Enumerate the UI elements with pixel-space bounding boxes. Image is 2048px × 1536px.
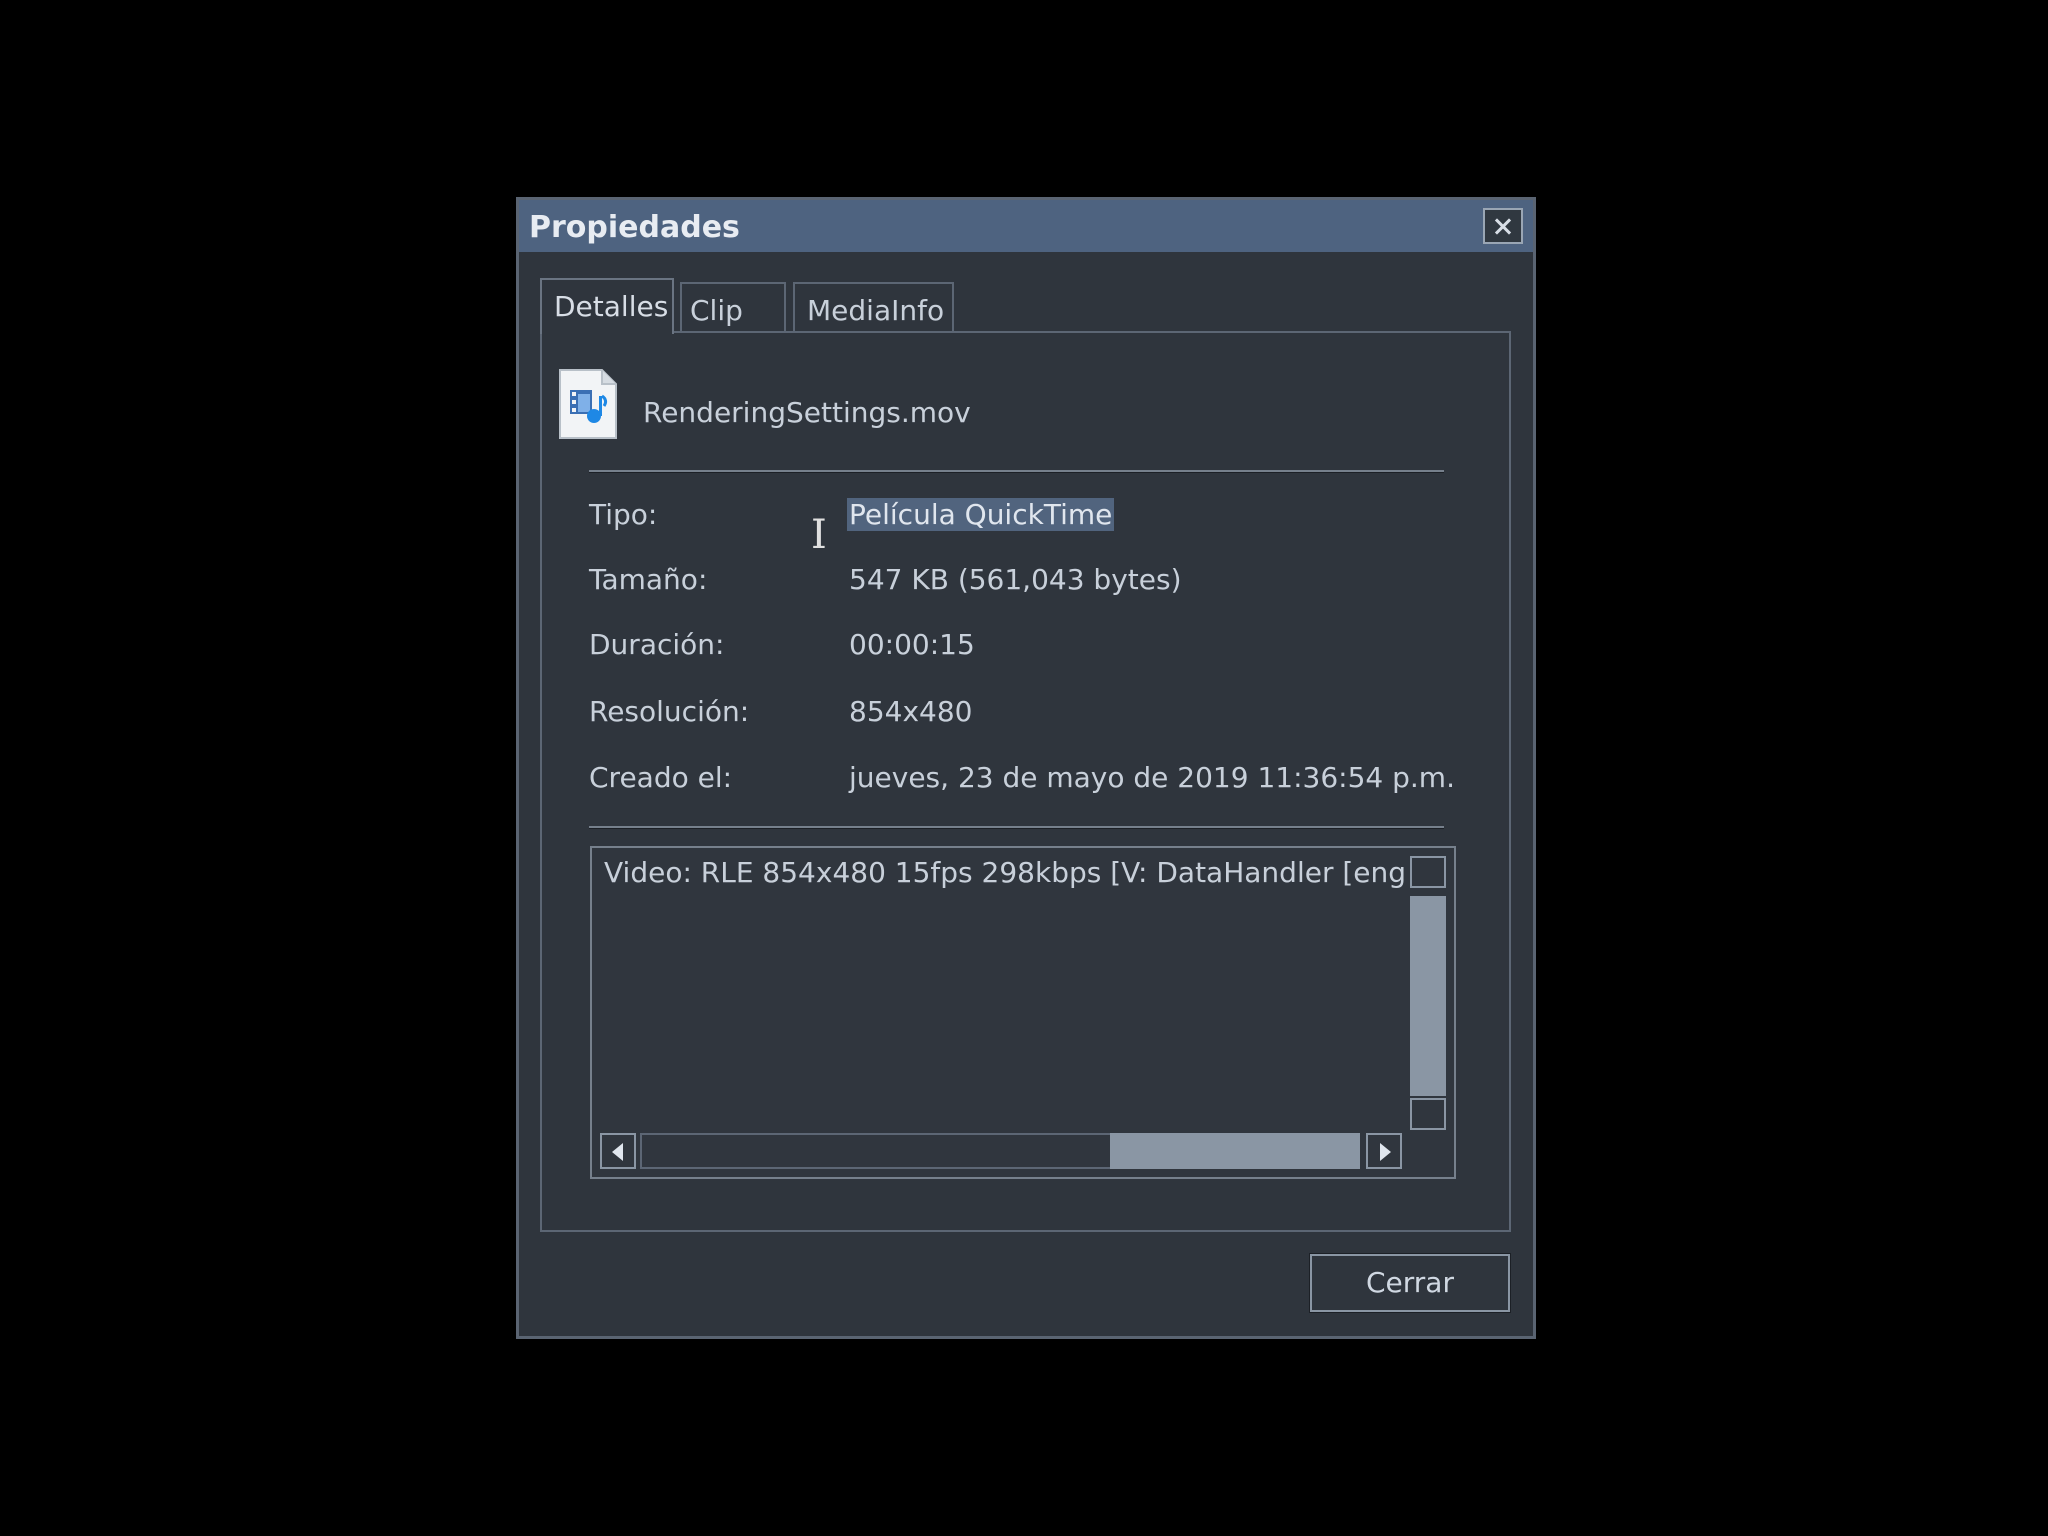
title-bar[interactable]: Propiedades: [519, 200, 1533, 252]
tab-clip[interactable]: Clip: [680, 282, 786, 332]
tab-mediainfo[interactable]: MediaInfo: [793, 282, 954, 332]
details-panel: [540, 331, 1511, 1232]
tab-detalles[interactable]: Detalles: [540, 278, 674, 334]
close-icon[interactable]: [1483, 208, 1523, 244]
dialog-title: Propiedades: [529, 210, 740, 245]
properties-dialog: Propiedades Detalles Clip MediaInfo Rend…: [516, 197, 1536, 1339]
close-button[interactable]: Cerrar: [1309, 1253, 1511, 1313]
